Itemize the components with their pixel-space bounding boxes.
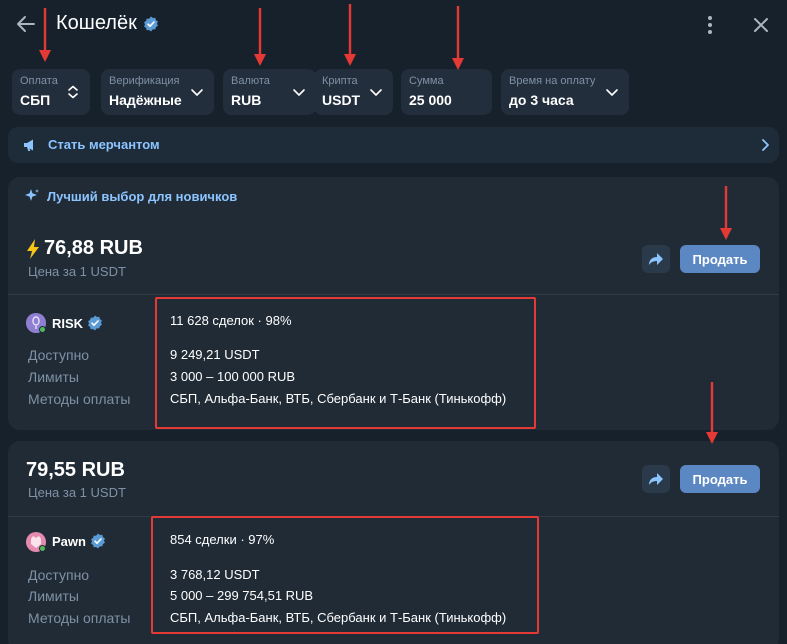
sell-button[interactable]: Продать — [680, 245, 760, 273]
annotation-box — [151, 516, 539, 634]
filter-amount[interactable]: Сумма 25 000 — [401, 69, 492, 115]
lightning-icon — [27, 238, 39, 259]
chevron-down-icon — [370, 89, 382, 96]
divider — [8, 294, 779, 295]
more-vertical-icon[interactable] — [700, 14, 720, 36]
become-merchant-label: Стать мерчантом — [48, 137, 160, 152]
chevron-updown-icon — [68, 85, 78, 99]
share-button[interactable] — [642, 465, 670, 493]
filter-label: Сумма — [409, 75, 444, 87]
filter-payment[interactable]: Оплата СБП — [12, 69, 90, 115]
share-button[interactable] — [642, 245, 670, 273]
chevron-down-icon — [293, 89, 305, 96]
chevron-right-icon — [762, 139, 769, 151]
seller-name[interactable]: RISK — [52, 315, 103, 331]
best-choice-label: Лучший выбор для новичков — [47, 188, 238, 204]
sell-button[interactable]: Продать — [680, 465, 760, 493]
share-arrow-icon — [649, 473, 663, 485]
annotation-arrow-icon — [452, 6, 464, 70]
annotation-arrow-icon — [706, 382, 718, 444]
annotation-arrow-icon — [720, 186, 732, 240]
limits-label: Лимиты — [28, 588, 79, 604]
close-icon[interactable] — [750, 14, 772, 36]
page-title-text: Кошелёк — [56, 12, 137, 34]
online-indicator — [39, 326, 46, 333]
available-label: Доступно — [28, 567, 90, 583]
sparkle-icon — [25, 189, 39, 201]
verified-badge-icon — [143, 16, 158, 31]
filter-value: 25 000 — [409, 92, 452, 108]
share-arrow-icon — [649, 253, 663, 265]
filter-payment-time[interactable]: Время на оплату до 3 часа — [501, 69, 629, 115]
seller-name-text: Pawn — [52, 533, 86, 549]
megaphone-icon — [24, 139, 33, 151]
verified-badge-icon — [91, 533, 105, 549]
online-indicator — [39, 545, 46, 552]
verified-badge-icon — [88, 315, 102, 331]
become-merchant-banner[interactable]: Стать мерчантом — [8, 127, 779, 163]
price-note: Цена за 1 USDT — [28, 264, 126, 279]
payment-methods-label: Методы оплаты — [28, 391, 131, 407]
annotation-box — [155, 297, 536, 429]
back-arrow-icon[interactable] — [14, 12, 38, 36]
offer-price-value: 79,55 RUB — [26, 459, 125, 481]
filter-currency[interactable]: Валюта RUB — [223, 69, 316, 115]
available-label: Доступно — [28, 347, 90, 363]
offer-price: 76,88 RUB — [26, 237, 143, 260]
seller-name-text: RISK — [52, 315, 84, 331]
offer-price-value: 76,88 RUB — [44, 237, 143, 259]
page-title: Кошелёк — [56, 12, 159, 35]
best-choice-badge: Лучший выбор для новичков — [24, 188, 237, 204]
annotation-arrow-icon — [254, 8, 266, 66]
price-note: Цена за 1 USDT — [28, 485, 126, 500]
annotation-arrow-icon — [344, 4, 356, 66]
seller-name[interactable]: Pawn — [52, 533, 106, 549]
annotation-arrow-icon — [39, 8, 51, 62]
filter-verification[interactable]: Верификация Надёжные — [101, 69, 214, 115]
offer-price: 79,55 RUB — [26, 459, 125, 482]
limits-label: Лимиты — [28, 369, 79, 385]
filter-crypto[interactable]: Крипта USDT — [314, 69, 393, 115]
header: Кошелёк — [0, 0, 787, 52]
chevron-down-icon — [191, 89, 203, 96]
payment-methods-label: Методы оплаты — [28, 610, 131, 626]
chevron-down-icon — [606, 89, 618, 96]
